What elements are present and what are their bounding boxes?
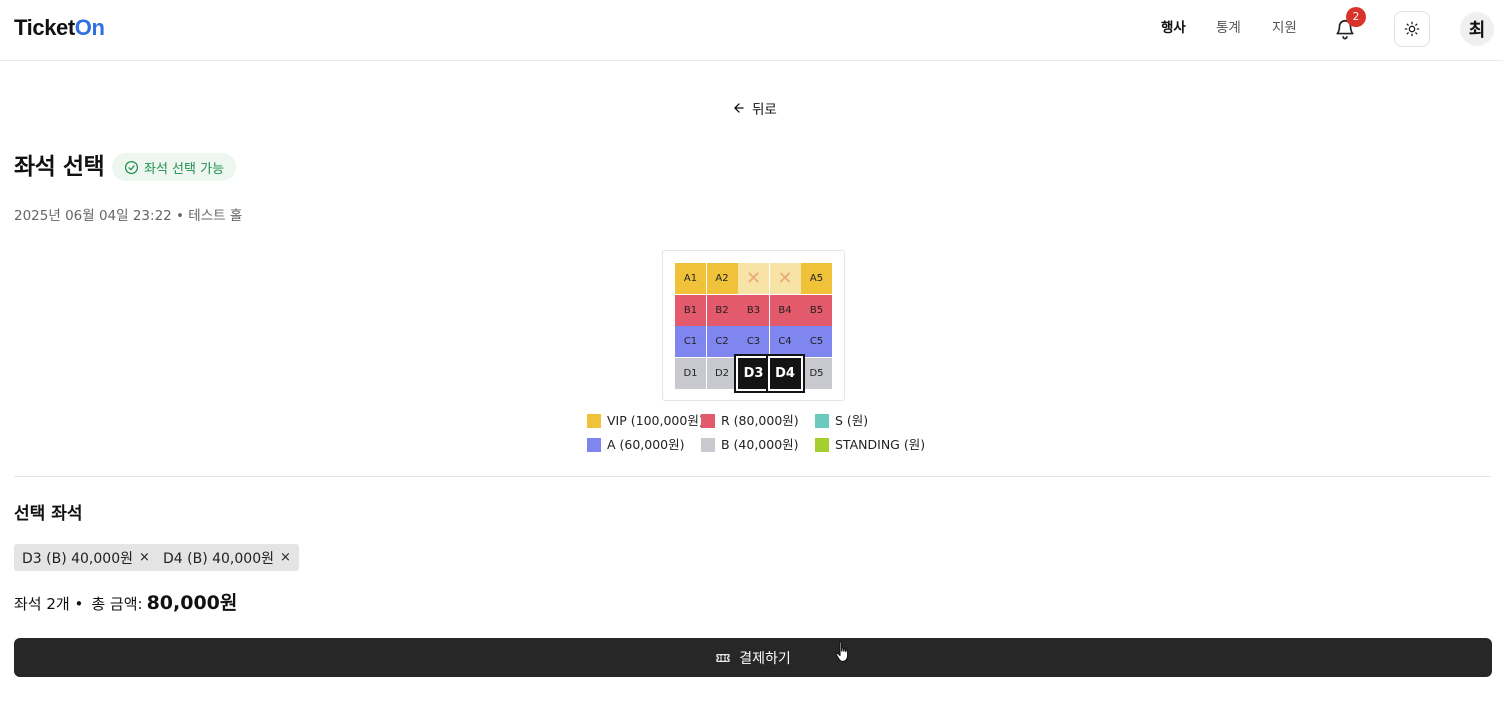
legend-label: R (80,000원)	[721, 413, 799, 428]
top-header: TicketOn 행사 통계 지원 2 최	[0, 0, 1503, 61]
seat[interactable]: A5	[801, 263, 832, 294]
ticket-icon	[716, 653, 730, 662]
status-badge: 좌석 선택 가능	[112, 153, 237, 181]
seat[interactable]: A1	[675, 263, 706, 294]
seat[interactable]: B2	[706, 294, 738, 326]
legend-swatch	[701, 438, 715, 452]
seat[interactable]: B1	[675, 294, 706, 326]
legend-item: STANDING (원)	[815, 437, 925, 453]
seat-map: A1 A2 ✕ ✕ A5 B1 B2 B3 B4 B5 C1 C2 C3 C4 C5 D1 D2 D3 D4 D5	[662, 250, 845, 401]
seat[interactable]: C5	[801, 326, 832, 357]
legend-item: S (원)	[815, 413, 868, 429]
nav-item-stats[interactable]: 통계	[1216, 19, 1241, 37]
nav-item-support[interactable]: 지원	[1272, 19, 1297, 37]
seat-count: 좌석 2개 •	[14, 595, 84, 613]
seat[interactable]: D1	[675, 357, 706, 389]
remove-seat-button[interactable]: ×	[280, 550, 291, 565]
seat-selected[interactable]: D4	[765, 353, 805, 393]
logo-text-ticket: Ticket	[14, 15, 75, 40]
total-label: 총 금액:	[91, 595, 143, 613]
notification-count-badge: 2	[1346, 7, 1366, 27]
legend-swatch	[815, 414, 829, 428]
seat-sold: ✕	[738, 263, 769, 294]
legend-item: B (40,000원)	[701, 437, 799, 453]
seat-sold: ✕	[769, 263, 801, 294]
event-date-venue: 2025년 06월 04일 23:22 • 테스트 홀	[14, 208, 243, 224]
seat[interactable]: A2	[706, 263, 738, 294]
status-badge-label: 좌석 선택 가능	[144, 161, 225, 177]
section-divider	[14, 476, 1491, 477]
legend-swatch	[701, 414, 715, 428]
selected-seat-chip-label: D3 (B) 40,000원	[22, 550, 133, 567]
seat[interactable]: B4	[769, 294, 801, 326]
legend-swatch	[815, 438, 829, 452]
seat[interactable]: C4	[769, 326, 801, 357]
back-button[interactable]: 뒤로	[732, 98, 777, 118]
checkout-button[interactable]: 결제하기	[14, 638, 1492, 677]
legend-label: STANDING (원)	[835, 437, 926, 452]
sun-icon	[1404, 21, 1420, 37]
hand-cursor-icon	[835, 641, 849, 663]
seat[interactable]: D5	[801, 357, 832, 389]
theme-toggle-button[interactable]	[1394, 11, 1430, 47]
legend-label: VIP (100,000원)	[607, 413, 704, 428]
selected-seat-chip-label: D4 (B) 40,000원	[163, 550, 274, 567]
legend-label: S (원)	[835, 413, 869, 428]
legend-label: B (40,000원)	[721, 437, 799, 452]
legend-item: R (80,000원)	[701, 413, 799, 429]
total-amount: 80,000원	[146, 592, 238, 614]
arrow-left-icon	[734, 103, 744, 113]
legend-swatch	[587, 438, 601, 452]
ticketon-logo[interactable]: TicketOn	[14, 14, 105, 42]
remove-seat-button[interactable]: ×	[139, 550, 150, 565]
logo-text-on: On	[74, 15, 105, 40]
selected-seat-chip: D3 (B) 40,000원 ×	[14, 544, 158, 571]
seat[interactable]: C1	[675, 326, 706, 357]
page-title: 좌석 선택	[14, 154, 105, 180]
order-summary: 좌석 2개 • 총 금액: 80,000원	[14, 588, 237, 615]
legend-item: VIP (100,000원)	[587, 413, 704, 429]
selected-seat-chip: D4 (B) 40,000원 ×	[155, 544, 299, 571]
legend-label: A (60,000원)	[607, 437, 685, 452]
legend-swatch	[587, 414, 601, 428]
selected-seats-title: 선택 좌석	[14, 504, 83, 524]
back-label: 뒤로	[752, 102, 777, 118]
user-avatar[interactable]: 최	[1460, 12, 1494, 46]
legend-item: A (60,000원)	[587, 437, 685, 453]
check-circle-icon	[124, 160, 139, 174]
seat[interactable]: D2	[706, 357, 738, 389]
nav-item-events[interactable]: 행사	[1161, 19, 1186, 37]
seat[interactable]: B5	[801, 294, 832, 326]
seat[interactable]: C3	[738, 326, 769, 357]
seat[interactable]: B3	[738, 294, 769, 326]
checkout-button-label: 결제하기	[739, 650, 791, 667]
seat[interactable]: C2	[706, 326, 738, 357]
